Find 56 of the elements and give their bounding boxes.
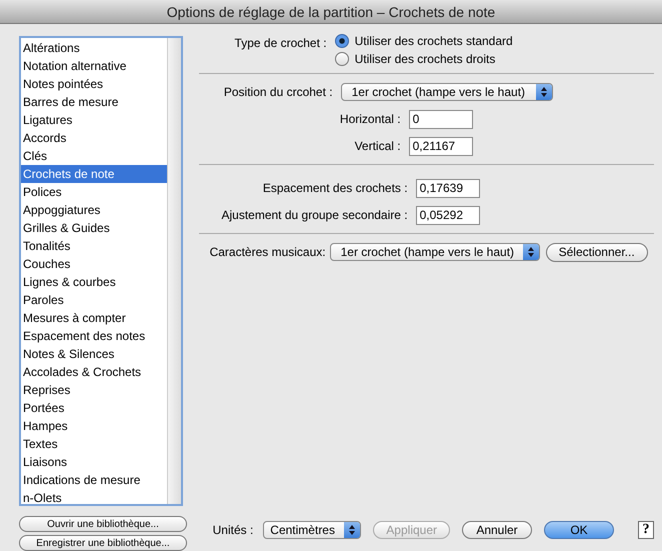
category-item[interactable]: Notes pointées <box>21 75 167 93</box>
category-item[interactable]: Accords <box>21 129 167 147</box>
radio-button[interactable] <box>334 34 349 48</box>
category-item[interactable]: Clés <box>21 147 167 165</box>
stepper-icon <box>528 247 534 257</box>
category-item[interactable]: Portées <box>21 399 167 417</box>
category-item[interactable]: Liaisons <box>21 453 167 471</box>
category-item[interactable]: Hampes <box>21 417 167 435</box>
category-item[interactable]: Tonalités <box>21 237 167 255</box>
category-item[interactable]: Ligatures <box>21 111 167 129</box>
radio-label: Utiliser des crochets standard <box>354 34 513 48</box>
input-field[interactable]: 0,21167 <box>408 136 473 156</box>
category-item[interactable]: Polices <box>21 183 167 201</box>
radio-button[interactable] <box>334 52 349 66</box>
category-item[interactable]: Appoggiatures <box>21 201 167 219</box>
units-dropdown[interactable]: Centimètres <box>263 521 362 539</box>
field-label: Ajustement du groupe secondaire : <box>220 208 409 222</box>
library-button[interactable]: Ouvrir une bibliothèque... <box>19 516 187 532</box>
category-item[interactable]: n-Olets <box>21 489 167 507</box>
category-item[interactable]: Indications de mesure <box>21 471 167 489</box>
input-field[interactable]: 0 <box>408 110 473 128</box>
field-label: Horizontal : <box>338 112 402 126</box>
radio-label: Utiliser des crochets droits <box>354 52 496 66</box>
field-label: Espacement des crochets : <box>262 181 409 195</box>
category-item[interactable]: Grilles & Guides <box>21 219 167 237</box>
position-dropdown[interactable]: 1er crochet (hampe vers le haut) <box>340 83 553 101</box>
stepper-icon <box>540 87 547 97</box>
field-label: Caractères musicaux: <box>208 245 327 259</box>
help-button[interactable]: ? <box>638 521 654 539</box>
category-item[interactable]: Accolades & Crochets <box>21 363 167 381</box>
units-label: Unités : <box>212 523 254 537</box>
input-field[interactable]: 0,05292 <box>416 206 480 224</box>
category-item[interactable]: Textes <box>21 435 167 453</box>
category-item[interactable]: Crochets de note <box>21 165 167 183</box>
character-dropdown[interactable]: 1er crochet (hampe vers le haut) <box>330 243 540 261</box>
dialog-button[interactable]: Annuler <box>462 521 532 539</box>
category-item[interactable]: Barres de mesure <box>21 93 167 111</box>
dialog-button[interactable]: OK <box>544 521 614 539</box>
stepper-icon <box>349 525 356 535</box>
select-button[interactable]: Sélectionner... <box>546 242 648 262</box>
scrollbar[interactable] <box>167 38 181 504</box>
category-item[interactable]: Notes & Silences <box>21 345 167 363</box>
category-item[interactable]: Mesures à compter <box>21 309 167 327</box>
category-item[interactable]: Altérations <box>21 39 167 57</box>
field-label: Type de crochet : <box>234 35 328 50</box>
category-item[interactable]: Couches <box>21 255 167 273</box>
category-item[interactable]: Lignes & courbes <box>21 273 167 291</box>
category-item[interactable]: Espacement des notes <box>21 327 167 345</box>
field-label: Vertical : <box>354 139 402 153</box>
category-item[interactable]: Reprises <box>21 381 167 399</box>
input-field[interactable]: 0,17639 <box>416 178 480 198</box>
library-button[interactable]: Enregistrer une bibliothèque... <box>19 535 187 551</box>
category-item[interactable]: Notation alternative <box>21 57 167 75</box>
window-title: Options de réglage de la partition – Crochets de note <box>166 4 496 20</box>
field-label: Position du crcohet : <box>222 85 334 99</box>
category-item[interactable]: Paroles <box>21 291 167 309</box>
